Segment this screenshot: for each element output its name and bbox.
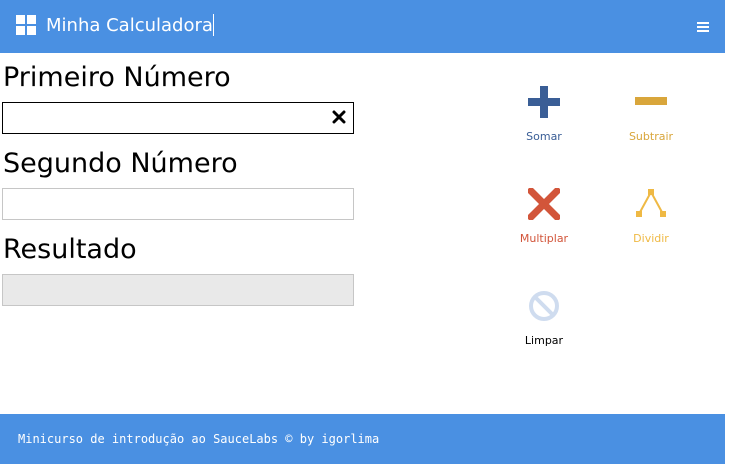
result-label: Resultado xyxy=(3,234,137,265)
subtract-button[interactable]: Subtrair xyxy=(611,86,691,166)
minus-icon xyxy=(635,97,667,105)
app-footer: Minicurso de introdução ao SauceLabs © b… xyxy=(0,414,725,464)
clear-button[interactable]: Limpar xyxy=(504,290,584,370)
ban-icon xyxy=(529,291,559,321)
add-button-label: Somar xyxy=(526,130,562,143)
result-output xyxy=(2,274,354,306)
divide-icon xyxy=(636,189,666,217)
divide-button-label: Dividir xyxy=(633,232,669,245)
divide-button[interactable]: Dividir xyxy=(611,188,691,268)
add-button[interactable]: Somar xyxy=(504,86,584,166)
first-number-label: Primeiro Número xyxy=(3,62,231,93)
footer-text: Minicurso de introdução ao SauceLabs © b… xyxy=(18,432,380,446)
title-divider xyxy=(213,14,214,36)
app-title[interactable]: Minha Calculadora xyxy=(46,14,213,38)
multiply-button-label: Multiplar xyxy=(519,232,569,245)
plus-icon xyxy=(528,86,560,118)
first-number-input[interactable] xyxy=(2,102,354,134)
clear-input-icon[interactable] xyxy=(332,110,346,124)
app-header: Minha Calculadora xyxy=(0,0,725,53)
multiply-button[interactable]: Multiplar xyxy=(504,188,584,268)
subtract-button-label: Subtrair xyxy=(628,130,674,143)
clear-button-label: Limpar xyxy=(524,334,564,347)
grid-icon xyxy=(16,15,36,35)
second-number-label: Segundo Número xyxy=(3,148,238,179)
second-number-input[interactable] xyxy=(2,188,354,220)
hamburger-menu-icon[interactable] xyxy=(697,22,709,32)
times-icon xyxy=(528,188,560,220)
